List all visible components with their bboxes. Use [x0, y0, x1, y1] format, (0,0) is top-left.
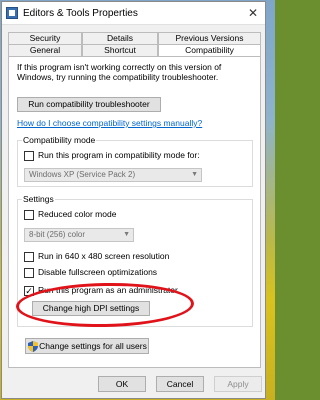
- reduced-color-checkbox[interactable]: [24, 210, 34, 220]
- tab-security[interactable]: Security: [8, 32, 82, 44]
- cancel-button[interactable]: Cancel: [156, 376, 204, 392]
- compatibility-panel: If this program isn't working correctly …: [8, 56, 261, 368]
- title-bar[interactable]: Editors & Tools Properties ✕: [2, 2, 265, 25]
- tab-row-1: Security Details Previous Versions: [8, 32, 261, 44]
- tab-shortcut[interactable]: Shortcut: [82, 44, 158, 56]
- tab-row-2: General Shortcut Compatibility: [8, 44, 261, 56]
- disable-fullscreen-label: Disable fullscreen optimizations: [38, 267, 158, 277]
- tab-compatibility[interactable]: Compatibility: [158, 44, 261, 56]
- properties-dialog: Editors & Tools Properties ✕ Security De…: [1, 1, 266, 399]
- change-all-users-label: Change settings for all users: [39, 341, 147, 351]
- run-as-admin-checkbox[interactable]: ✓: [24, 286, 34, 296]
- run-640-label: Run in 640 x 480 screen resolution: [38, 251, 170, 261]
- compat-mode-select-value: Windows XP (Service Pack 2): [29, 170, 136, 179]
- manual-settings-link[interactable]: How do I choose compatibility settings m…: [17, 118, 202, 128]
- color-mode-select-value: 8-bit (256) color: [29, 230, 86, 239]
- tab-previous-versions[interactable]: Previous Versions: [158, 32, 261, 44]
- run-as-admin-label: Run this program as an administrator: [38, 285, 178, 295]
- color-mode-select[interactable]: 8-bit (256) color ▼: [24, 228, 134, 242]
- tab-strip: Security Details Previous Versions Gener…: [8, 32, 261, 56]
- apply-button[interactable]: Apply: [214, 376, 262, 392]
- change-all-users-button[interactable]: Change settings for all users: [25, 338, 149, 354]
- compat-mode-checkbox[interactable]: [24, 151, 34, 161]
- window-title: Editors & Tools Properties: [23, 7, 138, 19]
- shield-icon: [28, 341, 38, 352]
- settings-group: Settings Reduced color mode 8-bit (256) …: [17, 194, 253, 327]
- compat-mode-select[interactable]: Windows XP (Service Pack 2) ▼: [24, 168, 202, 182]
- change-dpi-button[interactable]: Change high DPI settings: [32, 301, 150, 316]
- reduced-color-label: Reduced color mode: [38, 209, 117, 219]
- close-button[interactable]: ✕: [241, 6, 265, 20]
- compatibility-mode-title: Compatibility mode: [22, 135, 97, 145]
- disable-fullscreen-checkbox[interactable]: [24, 268, 34, 278]
- app-icon: [6, 7, 18, 19]
- compatibility-mode-group: Compatibility mode Run this program in c…: [17, 135, 253, 187]
- compat-mode-label: Run this program in compatibility mode f…: [38, 150, 200, 160]
- settings-title: Settings: [22, 194, 55, 204]
- intro-text: If this program isn't working correctly …: [17, 62, 222, 82]
- run-640-checkbox[interactable]: [24, 252, 34, 262]
- tab-details[interactable]: Details: [82, 32, 158, 44]
- chevron-down-icon: ▼: [191, 171, 198, 178]
- chevron-down-icon: ▼: [123, 231, 130, 238]
- troubleshooter-button[interactable]: Run compatibility troubleshooter: [17, 97, 161, 112]
- tab-general[interactable]: General: [8, 44, 82, 56]
- ok-button[interactable]: OK: [98, 376, 146, 392]
